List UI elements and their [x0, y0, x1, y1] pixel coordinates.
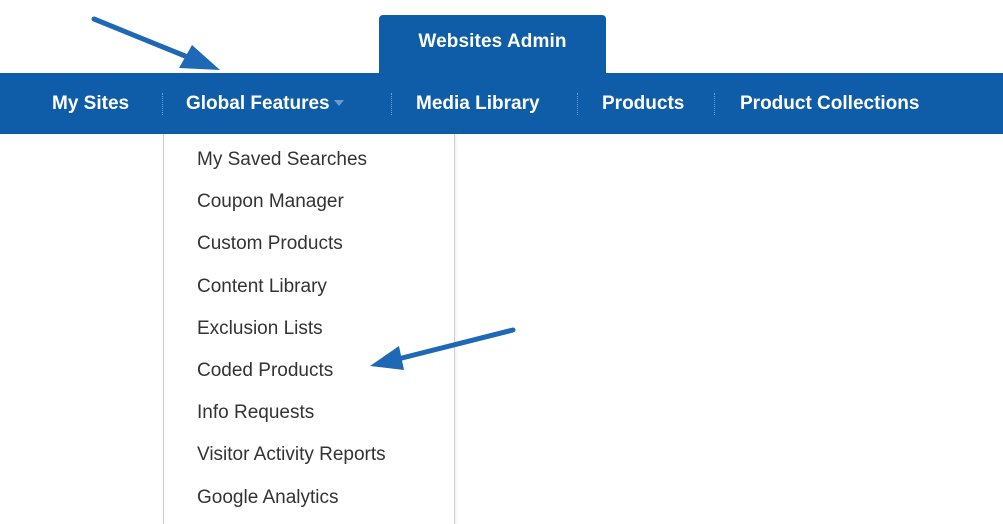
annotation-arrow-icon — [370, 327, 516, 370]
annotation-arrow-icon — [91, 16, 220, 70]
annotation-layer — [91, 16, 516, 370]
page: Websites Admin My Sites Global Features … — [0, 0, 1003, 524]
